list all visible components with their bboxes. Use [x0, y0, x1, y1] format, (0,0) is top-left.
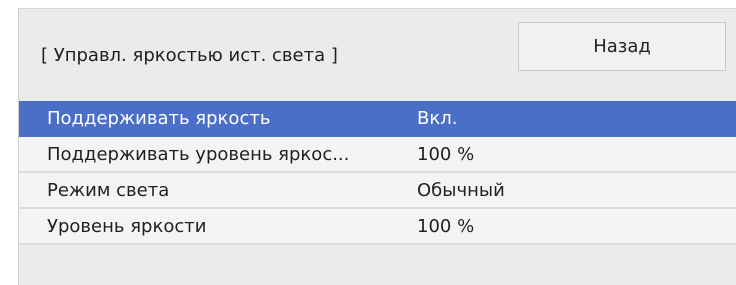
settings-panel: [ Управл. яркостью ист. света ] Назад По… — [18, 8, 736, 285]
page-title: [ Управл. яркостью ист. света ] — [41, 45, 338, 66]
back-button[interactable]: Назад — [518, 22, 726, 71]
menu-item-value: 100 % — [417, 144, 475, 165]
menu-item-label: Режим света — [47, 180, 170, 201]
menu-item-value: Вкл. — [417, 108, 458, 129]
menu-item-brightness-level[interactable]: Уровень яркости 100 % — [19, 209, 736, 245]
menu-item-label: Поддерживать яркость — [47, 108, 271, 129]
menu-item-value: Обычный — [417, 180, 505, 201]
menu-item-light-mode[interactable]: Режим света Обычный — [19, 173, 736, 209]
menu-item-maintain-brightness[interactable]: Поддерживать яркость Вкл. — [19, 101, 736, 137]
menu-item-maintain-brightness-level[interactable]: Поддерживать уровень яркос... 100 % — [19, 137, 736, 173]
menu-item-label: Уровень яркости — [47, 216, 207, 237]
menu-item-value: 100 % — [417, 216, 475, 237]
settings-menu: Поддерживать яркость Вкл. Поддерживать у… — [19, 101, 736, 245]
menu-item-label: Поддерживать уровень яркос... — [47, 144, 350, 165]
